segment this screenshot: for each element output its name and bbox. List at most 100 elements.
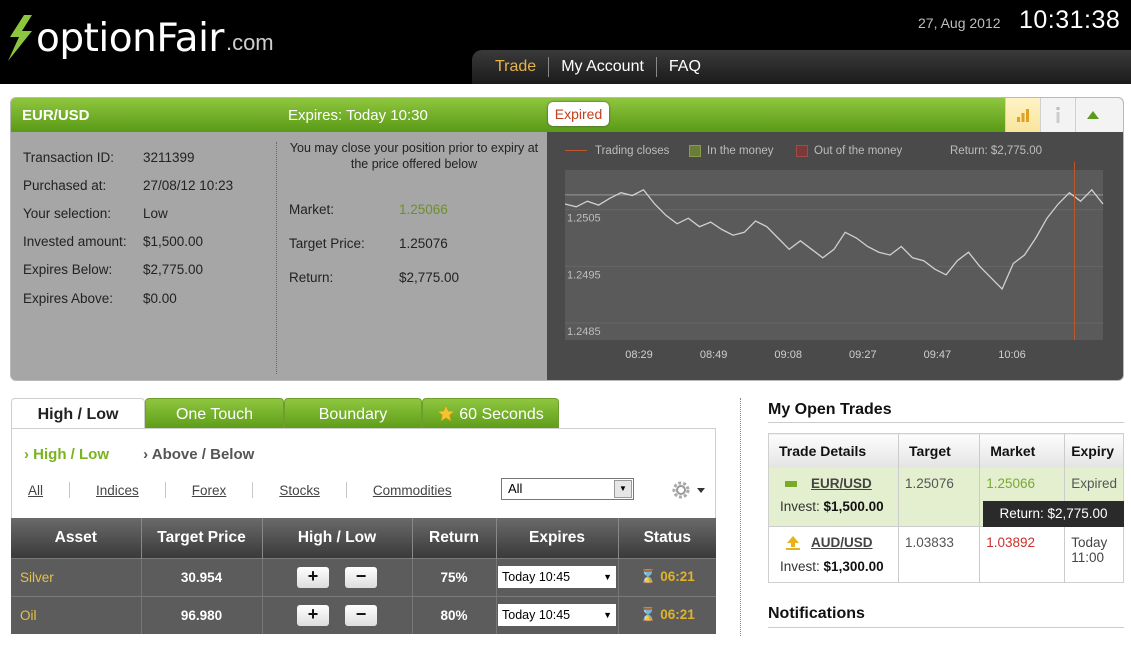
tab-one-touch[interactable]: One Touch bbox=[145, 398, 284, 429]
star-icon bbox=[437, 404, 456, 422]
close-position-note: You may close your position prior to exp… bbox=[289, 141, 539, 171]
asset-filters: All Indices Forex Stocks Commodities bbox=[28, 482, 452, 498]
col-target-price: Target Price bbox=[141, 518, 263, 558]
x-tick-label: 09:08 bbox=[774, 349, 802, 361]
logo-lightning-icon bbox=[8, 15, 32, 61]
filter-separator bbox=[69, 482, 71, 498]
detail-label: Expires Above: bbox=[23, 291, 114, 306]
filter-commodities[interactable]: Commodities bbox=[373, 483, 452, 498]
nav-faq[interactable]: FAQ bbox=[657, 57, 713, 77]
low-minus-button[interactable]: − bbox=[345, 604, 377, 626]
y-tick-label: 1.2485 bbox=[567, 326, 601, 338]
expires-select[interactable]: Today 10:45 ▼ bbox=[498, 566, 616, 588]
trade-pair: EUR/USD bbox=[22, 107, 90, 124]
gear-icon bbox=[672, 481, 690, 499]
detail-label: Transaction ID: bbox=[23, 150, 115, 165]
return-percent: 80% bbox=[412, 595, 497, 634]
hourglass-icon: ⌛ bbox=[639, 569, 657, 584]
open-trades-title: My Open Trades bbox=[768, 401, 892, 418]
market-value: 1.25066 bbox=[399, 202, 448, 217]
detail-value: $2,775.00 bbox=[143, 262, 204, 277]
tab-60-seconds-label: 60 Seconds bbox=[459, 406, 544, 423]
detail-label: Purchased at: bbox=[23, 178, 107, 193]
current-date: 27, Aug 2012 bbox=[918, 15, 1001, 31]
low-minus-button[interactable]: − bbox=[345, 566, 377, 588]
filter-all[interactable]: All bbox=[28, 483, 43, 498]
settings-button[interactable] bbox=[670, 478, 710, 502]
status-cell: ⌛ 06:21 bbox=[618, 557, 716, 596]
asset-name[interactable]: Silver bbox=[11, 557, 142, 596]
nav-trade[interactable]: Trade bbox=[483, 57, 550, 77]
col-market: Market bbox=[979, 433, 1066, 468]
col-return: Return bbox=[412, 518, 497, 558]
return-percent: 75% bbox=[412, 557, 497, 596]
logo[interactable]: optionFair .com bbox=[2, 8, 274, 68]
chart-view-button[interactable] bbox=[1005, 98, 1040, 132]
open-trade-row: AUD/USD Invest: $1,300.00 1.03833 1.0389… bbox=[768, 525, 1124, 583]
return-label: Return: bbox=[289, 270, 334, 285]
trend-flat-icon bbox=[785, 480, 797, 487]
title-underline bbox=[768, 627, 1124, 628]
expires-cell: Today 10:45 ▼ bbox=[496, 595, 619, 634]
hourglass-icon: ⌛ bbox=[639, 607, 657, 623]
tab-high-low[interactable]: High / Low bbox=[11, 398, 145, 429]
column-divider bbox=[740, 398, 741, 636]
high-plus-button[interactable]: + bbox=[297, 604, 329, 626]
status-timer: 06:21 bbox=[660, 569, 695, 584]
trade-details: Transaction ID: 3211399 Purchased at: 27… bbox=[11, 132, 547, 380]
filter-separator bbox=[164, 482, 166, 498]
logo-text: optionFair bbox=[36, 15, 224, 61]
tab-60-seconds[interactable]: 60 Seconds bbox=[422, 398, 559, 429]
trade-pair-link[interactable]: AUD/USD bbox=[811, 535, 873, 550]
notifications-title: Notifications bbox=[768, 605, 865, 622]
col-expiry: Expiry bbox=[1064, 433, 1124, 468]
x-tick-label: 10:06 bbox=[998, 349, 1026, 361]
target-price-value: 1.25076 bbox=[399, 236, 448, 251]
triangle-up-icon bbox=[1087, 111, 1099, 119]
expires-select-value: Today 10:45 bbox=[502, 570, 571, 584]
x-tick-label: 08:29 bbox=[625, 349, 653, 361]
subnav-above-below[interactable]: › Above / Below bbox=[143, 446, 254, 463]
col-target: Target bbox=[898, 433, 981, 468]
filter-indices[interactable]: Indices bbox=[96, 483, 139, 498]
current-time: 10:31:38 bbox=[1019, 6, 1121, 34]
info-icon bbox=[1056, 107, 1060, 123]
plot-area bbox=[565, 170, 1103, 340]
subnav-high-low[interactable]: › High / Low bbox=[24, 446, 109, 463]
col-status: Status bbox=[618, 518, 716, 558]
trade-details-cell: EUR/USD Invest: $1,500.00 bbox=[768, 467, 900, 527]
trade-expires: Expires: Today 10:30 bbox=[288, 107, 428, 124]
tab-boundary[interactable]: Boundary bbox=[284, 398, 422, 429]
invest-label: Invest: bbox=[780, 498, 820, 514]
detail-value: 27/08/12 10:23 bbox=[143, 178, 234, 193]
trade-target: 1.25076 bbox=[898, 467, 981, 527]
main-nav: Trade My Account FAQ bbox=[472, 50, 1131, 84]
return-value: $2,775.00 bbox=[399, 270, 460, 285]
detail-value: 3211399 bbox=[143, 150, 195, 165]
col-asset: Asset bbox=[11, 518, 142, 558]
trade-pair-link[interactable]: EUR/USD bbox=[811, 476, 872, 491]
asset-name[interactable]: Oil bbox=[11, 595, 142, 634]
title-underline bbox=[768, 422, 1124, 423]
expires-select[interactable]: Today 10:45 ▼ bbox=[498, 604, 616, 627]
col-expires: Expires bbox=[496, 518, 619, 558]
filter-forex[interactable]: Forex bbox=[192, 483, 227, 498]
collapse-button[interactable] bbox=[1075, 98, 1110, 132]
col-high-low: High / Low bbox=[262, 518, 413, 558]
filter-panel: › High / Low › Above / Below All Indices… bbox=[11, 428, 716, 518]
chevron-down-icon: ▼ bbox=[603, 610, 612, 621]
asset-select[interactable]: All ▼ bbox=[501, 478, 634, 500]
status-timer: 06:21 bbox=[660, 607, 695, 623]
trade-expiry: Today 11:00 bbox=[1064, 525, 1124, 583]
nav-my-account[interactable]: My Account bbox=[549, 57, 657, 77]
logo-suffix: .com bbox=[225, 30, 274, 55]
bar-chart-icon bbox=[1017, 109, 1029, 122]
info-button[interactable] bbox=[1040, 98, 1075, 132]
high-plus-button[interactable]: + bbox=[297, 566, 329, 588]
filter-stocks[interactable]: Stocks bbox=[279, 483, 320, 498]
trade-details-cell: AUD/USD Invest: $1,300.00 bbox=[768, 525, 900, 583]
filter-separator bbox=[345, 482, 347, 498]
detail-label: Your selection: bbox=[23, 206, 112, 221]
invest-label: Invest: bbox=[780, 559, 820, 575]
trade-type-tabs: High / Low One Touch Boundary 60 Seconds bbox=[11, 398, 559, 429]
